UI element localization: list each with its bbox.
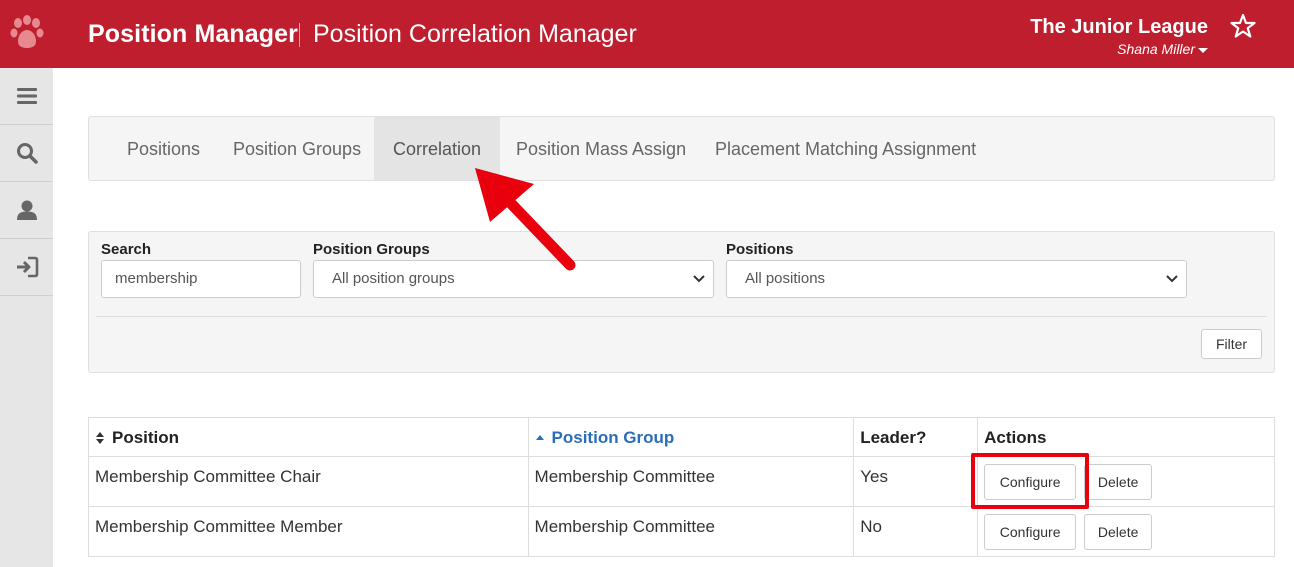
user-menu[interactable]: Shana Miller — [1117, 41, 1208, 57]
search-label: Search — [101, 241, 152, 258]
cell-position-group: Membership Committee — [527, 456, 855, 507]
table-row: Membership Committee Member Membership C… — [88, 506, 1275, 557]
tab-correlation[interactable]: Correlation — [374, 117, 501, 180]
organization-name: The Junior League — [1030, 16, 1208, 38]
tab-position-mass-assign[interactable]: Position Mass Assign — [497, 117, 705, 180]
column-header-position-group[interactable]: Position Group — [527, 417, 855, 457]
app-title[interactable]: Position Manager — [88, 20, 298, 49]
filter-panel: Search membership Position Groups All po… — [88, 231, 1275, 373]
paw-icon[interactable] — [10, 14, 44, 52]
sort-icon — [96, 432, 104, 444]
tab-placement-matching-assignment[interactable]: Placement Matching Assignment — [696, 117, 995, 180]
delete-button[interactable]: Delete — [1084, 514, 1153, 550]
tab-positions[interactable]: Positions — [108, 117, 219, 180]
column-header-actions: Actions — [977, 417, 1275, 457]
star-outline-icon[interactable] — [1230, 13, 1256, 39]
sort-ascending-icon — [535, 435, 544, 440]
user-icon — [16, 200, 37, 220]
correlation-table: Position Position Group Leader? Actions … — [88, 417, 1275, 557]
filter-button[interactable]: Filter — [1201, 329, 1262, 359]
sign-out-icon — [16, 256, 38, 278]
positions-select[interactable]: All positions — [726, 260, 1187, 298]
user-name: Shana Miller — [1117, 41, 1195, 57]
caret-down-icon — [1198, 47, 1208, 53]
search-input[interactable]: membership — [101, 260, 301, 298]
tab-position-groups[interactable]: Position Groups — [214, 117, 380, 180]
cell-leader: No — [853, 506, 979, 557]
cell-actions: Configure Delete — [977, 506, 1275, 557]
title-divider — [299, 23, 300, 47]
column-header-position[interactable]: Position — [88, 417, 529, 457]
tab-bar: Positions Position Groups Correlation Po… — [88, 116, 1275, 181]
column-label: Position Group — [551, 428, 675, 447]
position-groups-select[interactable]: All position groups — [313, 260, 714, 298]
table-row: Membership Committee Chair Membership Co… — [88, 456, 1275, 507]
cell-position: Membership Committee Member — [88, 506, 529, 557]
filter-divider — [96, 316, 1267, 317]
sidebar-item-search[interactable] — [0, 125, 53, 182]
positions-label: Positions — [726, 241, 794, 258]
sidebar-item-sign-out[interactable] — [0, 239, 53, 296]
cell-position-group: Membership Committee — [527, 506, 855, 557]
cell-position: Membership Committee Chair — [88, 456, 529, 507]
page-title: Position Correlation Manager — [313, 20, 637, 48]
cell-actions: Configure Delete — [977, 456, 1275, 507]
table-header-row: Position Position Group Leader? Actions — [88, 417, 1275, 457]
column-header-leader: Leader? — [853, 417, 979, 457]
search-icon — [16, 143, 38, 164]
sidebar-item-menu[interactable] — [0, 68, 53, 125]
position-groups-label: Position Groups — [313, 241, 430, 258]
configure-button[interactable]: Configure — [984, 464, 1077, 500]
configure-button[interactable]: Configure — [984, 514, 1077, 550]
menu-icon — [16, 88, 37, 104]
sidebar-item-profile[interactable] — [0, 182, 53, 239]
cell-leader: Yes — [853, 456, 979, 507]
chevron-down-icon — [1166, 275, 1178, 283]
position-groups-value: All position groups — [332, 270, 455, 287]
column-label: Position — [112, 428, 180, 447]
delete-button[interactable]: Delete — [1084, 464, 1153, 500]
chevron-down-icon — [693, 275, 705, 283]
sidebar — [0, 68, 53, 567]
app-header: Position Manager Position Correlation Ma… — [0, 0, 1294, 68]
positions-value: All positions — [745, 270, 826, 287]
